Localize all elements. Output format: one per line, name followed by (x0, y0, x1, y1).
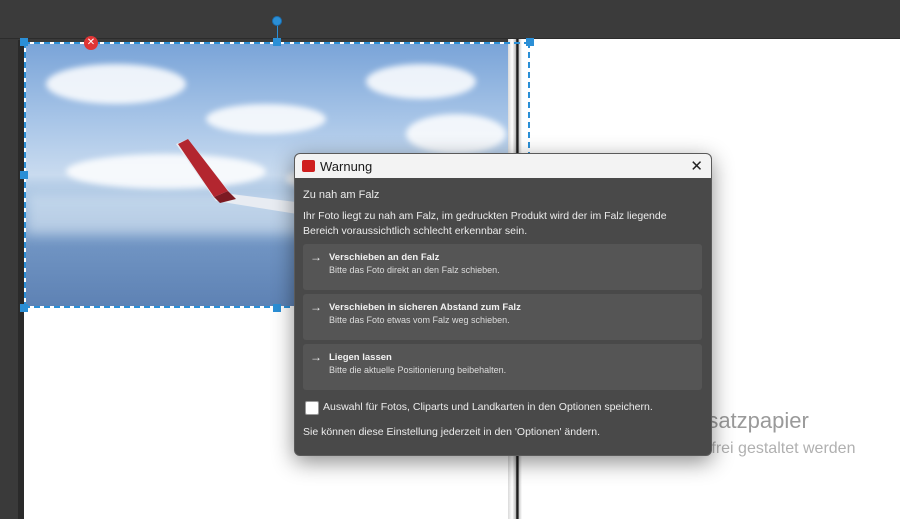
toolbar-area (0, 0, 900, 38)
option-title: Verschieben in sicheren Abstand zum Falz (329, 302, 521, 313)
rotate-handle-icon[interactable] (272, 16, 282, 26)
warning-dialog: Warnung ✕ Zu nah am Falz Ihr Foto liegt … (294, 153, 712, 456)
dialog-footer-note: Sie können diese Einstellung jederzeit i… (303, 426, 601, 438)
save-choice-checkbox[interactable] (305, 401, 319, 415)
resize-handle-left[interactable] (20, 171, 28, 179)
close-icon[interactable]: ✕ (690, 157, 703, 175)
dialog-message: Ihr Foto liegt zu nah am Falz, im gedruc… (303, 210, 667, 237)
resize-handle-top-right[interactable] (526, 38, 534, 46)
arrow-right-icon: → (310, 250, 322, 264)
dialog-heading: Zu nah am Falz (303, 189, 380, 201)
save-choice-label: Auswahl für Fotos, Cliparts und Landkart… (323, 401, 653, 413)
resize-handle-bottom-left[interactable] (20, 304, 28, 312)
option-move-safe-distance-button[interactable]: → Verschieben in sicheren Abstand zum Fa… (303, 294, 702, 340)
option-description: Bitte das Foto etwas vom Falz weg schieb… (329, 315, 510, 325)
app-logo-icon (302, 160, 315, 172)
resize-handle-top-left[interactable] (20, 38, 28, 46)
endpaper-title: rsatzpapier (700, 408, 809, 433)
option-move-to-fold-button[interactable]: → Verschieben an den Falz Bitte das Foto… (303, 244, 702, 290)
option-title: Verschieben an den Falz (329, 252, 440, 263)
option-leave-button[interactable]: → Liegen lassen Bitte die aktuelle Posit… (303, 344, 702, 390)
resize-handle-bottom[interactable] (273, 304, 281, 312)
delete-handle-icon[interactable]: ✕ (84, 36, 98, 50)
arrow-right-icon: → (310, 350, 322, 364)
option-description: Bitte die aktuelle Positionierung beibeh… (329, 365, 507, 375)
arrow-right-icon: → (310, 300, 322, 314)
option-title: Liegen lassen (329, 352, 392, 363)
dialog-title: Warnung (320, 159, 373, 174)
dialog-titlebar[interactable]: Warnung ✕ (295, 154, 711, 178)
option-description: Bitte das Foto direkt an den Falz schieb… (329, 265, 500, 275)
